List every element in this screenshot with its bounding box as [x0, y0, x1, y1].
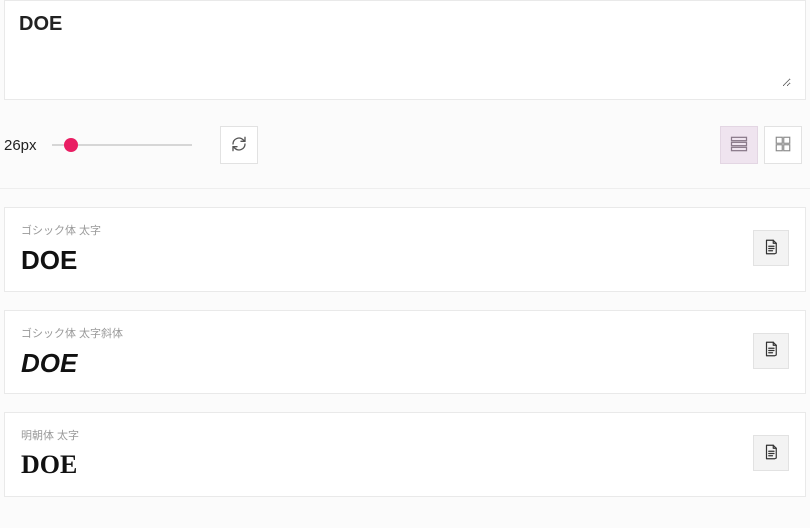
font-preview-text: DOE [21, 246, 753, 275]
list-icon [729, 134, 749, 157]
font-name-label: ゴシック体 太字斜体 [21, 325, 753, 341]
font-preview-text: DOE [21, 349, 753, 378]
copy-css-button[interactable] [753, 230, 789, 266]
document-icon [762, 238, 780, 259]
refresh-button[interactable] [220, 126, 258, 164]
font-card: ゴシック体 太字 DOE [4, 207, 806, 292]
font-size-slider-wrap [52, 144, 192, 146]
copy-css-button[interactable] [753, 333, 789, 369]
font-size-slider[interactable] [52, 144, 192, 146]
document-icon [762, 340, 780, 361]
font-card: ゴシック体 太字斜体 DOE [4, 310, 806, 395]
document-icon [762, 443, 780, 464]
view-toggle [720, 126, 802, 164]
font-card: 明朝体 太字 DOE [4, 412, 806, 497]
font-size-label: 26px [4, 137, 44, 154]
list-view-button[interactable] [720, 126, 758, 164]
copy-css-button[interactable] [753, 435, 789, 471]
text-input-panel [4, 0, 806, 100]
preview-text-input[interactable] [19, 13, 791, 87]
font-preview-text: DOE [21, 451, 753, 480]
grid-icon [774, 135, 792, 156]
controls-row: 26px [0, 104, 810, 188]
grid-view-button[interactable] [764, 126, 802, 164]
refresh-icon [231, 136, 247, 155]
font-name-label: ゴシック体 太字 [21, 222, 753, 238]
section-divider [0, 188, 810, 189]
font-name-label: 明朝体 太字 [21, 427, 753, 443]
